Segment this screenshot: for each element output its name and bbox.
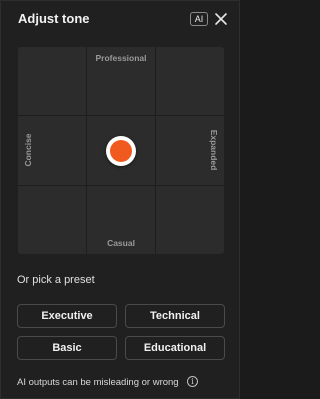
ai-badge: AI <box>190 12 208 26</box>
grid-divider <box>18 115 224 116</box>
preset-basic-button[interactable]: Basic <box>17 336 117 360</box>
tone-handle-dot <box>110 139 132 162</box>
grid-divider <box>86 47 87 254</box>
tone-handle[interactable] <box>106 135 136 166</box>
adjust-tone-panel: Adjust tone AI Professional Casual Conci… <box>0 0 240 399</box>
tone-label-professional: Professional <box>95 53 147 63</box>
close-button[interactable] <box>213 11 229 27</box>
tone-label-concise: Concise <box>23 133 33 167</box>
preset-educational-button[interactable]: Educational <box>125 336 225 360</box>
tone-grid[interactable]: Professional Casual Concise Expanded <box>18 47 224 254</box>
preset-technical-button[interactable]: Technical <box>125 304 225 328</box>
tone-label-casual: Casual <box>107 238 135 248</box>
preset-executive-button[interactable]: Executive <box>17 304 117 328</box>
panel-title: Adjust tone <box>18 11 90 26</box>
tone-label-expanded: Expanded <box>209 129 219 171</box>
preset-heading: Or pick a preset <box>17 274 95 286</box>
info-icon[interactable]: i <box>187 376 198 387</box>
close-icon <box>215 13 227 25</box>
grid-divider <box>155 47 156 254</box>
ai-disclaimer: AI outputs can be misleading or wrong <box>17 377 179 388</box>
grid-divider <box>18 185 224 186</box>
